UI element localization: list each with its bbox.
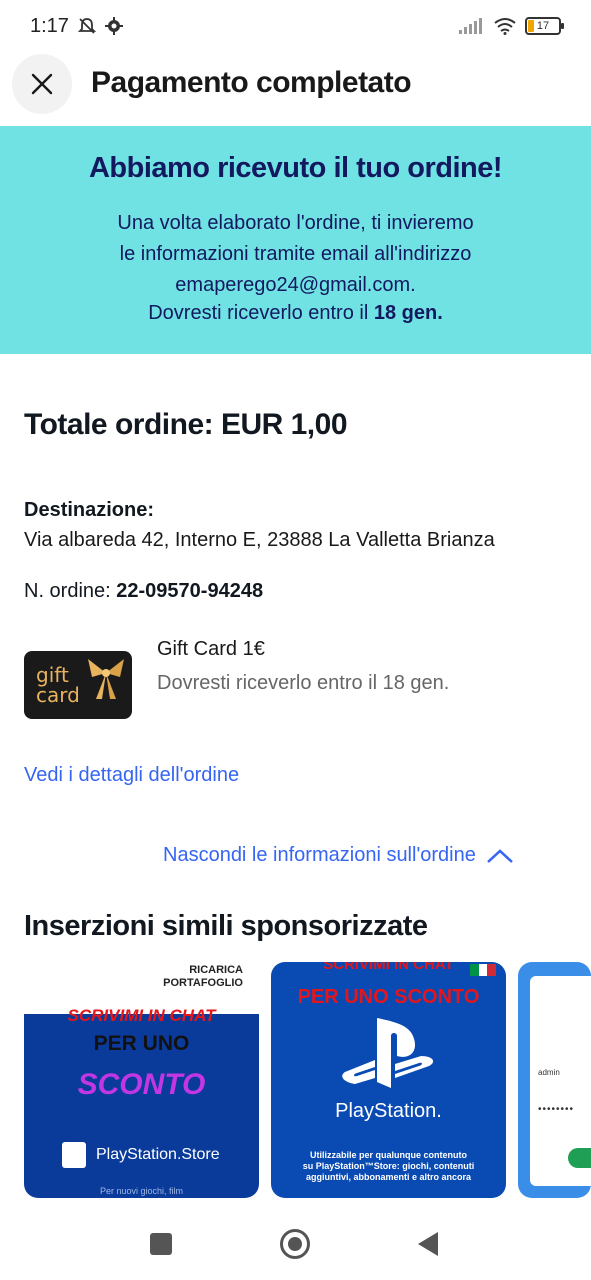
chevron-up-icon [487,848,513,863]
card-green-button [568,1148,591,1168]
banner-message: Una volta elaborato l'ordine, ti inviere… [0,208,591,301]
system-nav-bar [0,1210,591,1280]
banner-line-2: le informazioni tramite email all'indiri… [119,243,472,265]
mute-icon [77,18,97,34]
card-top-label-2: PORTAFOGLIO [163,977,243,989]
status-bar: 1:17 17 [0,0,591,52]
destination-label: Destinazione: [24,499,155,521]
recent-apps-icon[interactable] [150,1233,172,1255]
app-header: Pagamento completato [0,52,591,126]
home-icon[interactable] [280,1229,310,1259]
banner-title: Abbiamo ricevuto il tuo ordine! [88,152,503,184]
playstation-store-label: PlayStation.Store [62,1142,220,1168]
card-promo-purple: SCONTO [77,1068,206,1101]
italy-flag-icon [470,964,497,976]
sponsored-card[interactable]: SCRIVIMI IN CHAT PER UNO SCONTO PlayStat… [271,962,506,1198]
card-promo-black: PER UNO [93,1032,190,1055]
card-username-text: admin [538,1068,560,1077]
card-desc-line-1: Utilizzabile per qualunque contenuto [309,1150,467,1160]
card-promo-red: PER UNO SCONTO [297,986,480,1008]
thumb-line-2: card [36,683,80,707]
card-desc-line-2: su PlayStation™Store: giochi, contenuti [302,1161,475,1171]
card-top-label-1: RICARICA [189,964,243,976]
order-details-link[interactable]: Vedi i dettagli dell'ordine [24,764,239,787]
playstation-logo-icon [342,1018,434,1088]
battery-level: 17 [536,20,550,32]
banner-line-1: Una volta elaborato l'ordine, ti inviere… [117,212,474,234]
banner-date-value: 18 gen. [373,302,443,324]
wifi-icon [494,18,516,35]
item-name[interactable]: Gift Card 1€ [157,638,265,661]
card-password-text: •••••••• [538,1104,575,1115]
back-icon[interactable] [418,1232,438,1256]
item-delivery-estimate: Dovresti riceverlo entro il 18 gen. [157,672,450,694]
shopping-bag-icon [62,1142,86,1168]
close-icon [31,73,53,95]
playstation-label: PlayStation. [335,1100,442,1122]
hide-order-info-link[interactable]: Nascondi le informazioni sull'ordine [163,844,514,867]
confirmation-banner: Abbiamo ricevuto il tuo ordine! Una volt… [0,126,591,354]
hide-order-info-label: Nascondi le informazioni sull'ordine [163,844,476,866]
gear-icon [104,17,123,35]
page-title: Pagamento completato [91,66,412,99]
close-button[interactable] [12,54,72,114]
signal-icon [459,18,482,34]
banner-email: emaperego24@gmail.com. [175,274,416,296]
order-number-label: N. ordine: [24,580,117,602]
banner-date-prefix: Dovresti riceverlo entro il [148,302,374,324]
sponsored-card[interactable]: admin •••••••• [518,962,591,1198]
battery-icon: 17 [525,17,564,35]
store-name: PlayStation.Store [96,1146,220,1163]
order-number: N. ordine: 22-09570-94248 [24,580,263,603]
thumb-text: gift card [36,665,80,705]
card-description: Utilizzabile per qualunque contenuto su … [283,1150,494,1183]
order-total: Totale ordine: EUR 1,00 [24,408,348,441]
status-time: 1:17 [30,14,69,37]
order-number-value: 22-09570-94248 [116,580,264,602]
card-login-preview: admin •••••••• [530,976,591,1186]
card-promo-red: SCRIVIMI IN CHAT [67,1006,216,1025]
card-desc-line-3: aggiuntivi, abbonamenti e altro ancora [305,1172,472,1182]
item-thumbnail[interactable]: gift card [24,651,132,719]
sponsored-section-title: Inserzioni simili sponsorizzate [24,910,428,942]
banner-delivery-date: Dovresti riceverlo entro il 18 gen. [0,302,591,325]
gift-bow-icon [88,659,124,699]
card-bottom-text: Per nuovi giochi, film [99,1186,184,1196]
sponsored-card[interactable]: RICARICA PORTAFOGLIO SCRIVIMI IN CHAT PE… [24,962,259,1198]
card-top-label: RICARICA PORTAFOGLIO [163,964,243,990]
destination-address: Via albareda 42, Interno E, 23888 La Val… [24,529,495,551]
thumb-line-1: gift [36,663,69,687]
